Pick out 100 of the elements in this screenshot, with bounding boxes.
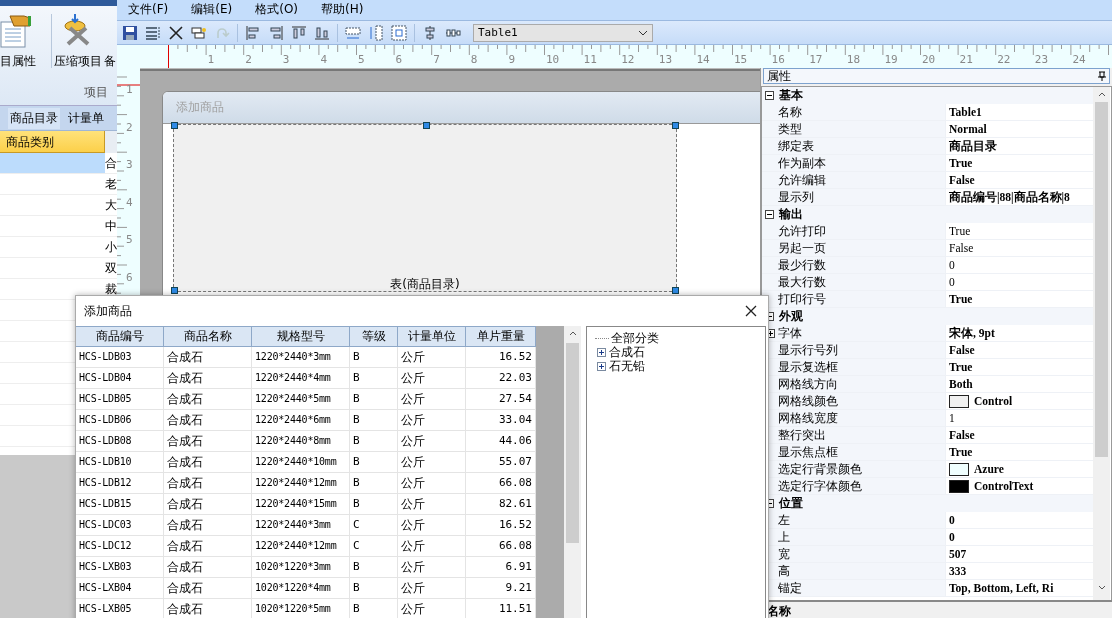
property-row[interactable]: 最大行数 0 (762, 274, 1093, 291)
collapse-icon[interactable] (765, 91, 774, 100)
tab[interactable]: 商品目录 (8, 107, 60, 129)
scroll-up-icon[interactable] (568, 331, 577, 336)
property-value[interactable]: 0 (949, 275, 955, 289)
table-cell: HCS-LXB04 (76, 578, 164, 598)
expand-icon[interactable] (597, 361, 606, 371)
table-cell: 合成石 (164, 599, 252, 618)
scroll-down-icon[interactable] (1097, 585, 1106, 590)
scrollbar[interactable] (1093, 87, 1110, 600)
table-cell: HCS-LXB05 (76, 599, 164, 618)
align-right-icon[interactable] (268, 24, 284, 41)
align-top-icon[interactable] (291, 24, 307, 41)
column-header[interactable]: 等级 (350, 326, 398, 347)
resize-handle[interactable] (423, 122, 430, 129)
table-cell: B (350, 431, 398, 451)
property-name: 最少行数 (778, 257, 827, 273)
collapse-icon[interactable] (765, 210, 774, 219)
align-bottom-icon[interactable] (314, 24, 330, 41)
property-row[interactable]: 打印行号 True (762, 291, 1093, 308)
ribbon-button[interactable]: 压缩项目 (50, 14, 102, 68)
align-left-icon[interactable] (245, 24, 261, 41)
expand-icon[interactable] (597, 347, 606, 357)
property-row[interactable]: 类型 Normal (762, 121, 1093, 138)
list-icon[interactable] (145, 24, 161, 41)
table-cell: 公斤 (398, 431, 466, 451)
ruler-number: 20 (922, 53, 936, 66)
property-row[interactable]: 绑定表 商品目录 (762, 138, 1093, 155)
property-value[interactable]: True (949, 360, 973, 374)
scroll-up-icon[interactable] (1097, 92, 1106, 97)
ruler-number: 21 (959, 53, 973, 66)
table-cell: B (350, 389, 398, 409)
column-header[interactable]: 规格型号 (252, 326, 350, 347)
close-icon[interactable] (745, 305, 757, 317)
property-value[interactable]: True (949, 224, 971, 238)
property-row[interactable]: 允许打印 True (762, 223, 1093, 240)
column-header[interactable]: 计量单位 (398, 326, 466, 347)
property-value[interactable]: False (949, 241, 974, 255)
delete-icon[interactable] (168, 24, 184, 41)
property-value[interactable]: Azure (974, 462, 1004, 476)
column-header[interactable]: 商品名称 (164, 326, 252, 347)
ruler-number: 24 (1072, 53, 1086, 66)
scrollbar-thumb[interactable] (566, 343, 579, 543)
property-value[interactable]: True (949, 292, 973, 306)
property-value[interactable]: 1 (949, 411, 955, 425)
menu-item[interactable]: 帮助(H) (321, 0, 364, 18)
same-width-icon[interactable] (345, 24, 361, 41)
property-value[interactable]: Both (949, 377, 973, 391)
property-value[interactable]: False (949, 428, 975, 442)
property-value[interactable]: 0 (949, 530, 955, 544)
column-header[interactable]: 商品类别 (0, 131, 105, 153)
menu-item[interactable]: 格式(O) (255, 0, 299, 18)
table-cell: 合成石 (164, 452, 252, 472)
property-value[interactable]: False (949, 343, 975, 357)
tree-item[interactable]: 合成石 (609, 345, 645, 359)
menu-item[interactable]: 编辑(E) (191, 0, 233, 18)
property-name: 选定行字体颜色 (778, 478, 863, 494)
property-value[interactable]: False (949, 173, 975, 187)
property-row[interactable]: 允许编辑 False (762, 172, 1093, 189)
same-height-icon[interactable] (368, 24, 384, 41)
tab[interactable]: 计量单 (66, 107, 106, 129)
center-vertical-icon[interactable] (422, 24, 438, 41)
property-row[interactable]: 显示列 商品编号|88|商品名称|8 (762, 189, 1093, 206)
pin-icon[interactable] (1098, 71, 1106, 81)
property-value[interactable]: 507 (949, 547, 967, 561)
resize-handle[interactable] (672, 287, 679, 294)
property-value[interactable]: True (949, 445, 973, 459)
property-value[interactable]: 0 (949, 513, 955, 527)
ribbon-button[interactable]: 备 (103, 54, 117, 68)
ruler-number: 18 (846, 53, 861, 66)
property-value[interactable]: 333 (949, 564, 967, 578)
ribbon-button[interactable]: 目属性 (0, 14, 41, 68)
property-value[interactable]: True (949, 156, 973, 170)
property-value[interactable]: Table1 (949, 105, 982, 119)
table-cell: HCS-LXB03 (76, 557, 164, 577)
property-value[interactable]: 0 (949, 258, 955, 272)
property-row[interactable]: 名称 Table1 (762, 104, 1093, 121)
tree-item[interactable]: 全部分类 (611, 331, 659, 345)
resize-handle[interactable] (171, 287, 178, 294)
properties-icon[interactable] (191, 24, 207, 41)
resize-handle[interactable] (171, 122, 178, 129)
menu-item[interactable]: 文件(F) (128, 0, 169, 18)
scrollbar[interactable] (564, 326, 581, 618)
table-placeholder[interactable]: 表(商品目录) (173, 124, 677, 292)
scrollbar-thumb[interactable] (1095, 102, 1108, 457)
save-icon[interactable] (122, 24, 138, 41)
object-dropdown[interactable]: Table1 (473, 23, 653, 42)
tree-item[interactable]: 石无铅 (609, 359, 645, 373)
list-row[interactable]: 合 (0, 153, 117, 174)
ruler-number: 4 (126, 195, 133, 209)
table-cell: 公斤 (398, 368, 466, 388)
property-row[interactable]: 最少行数 0 (762, 257, 1093, 274)
table-cell: 公斤 (398, 578, 466, 598)
same-size-icon[interactable] (391, 24, 407, 41)
property-row[interactable]: 作为副本 True (762, 155, 1093, 172)
table-cell-text: 老 (105, 176, 117, 193)
property-row[interactable]: 另起一页 False (762, 240, 1093, 257)
resize-handle[interactable] (672, 122, 679, 129)
property-name: 整行突出 (778, 427, 827, 443)
column-header[interactable]: 商品编号 (76, 326, 164, 347)
